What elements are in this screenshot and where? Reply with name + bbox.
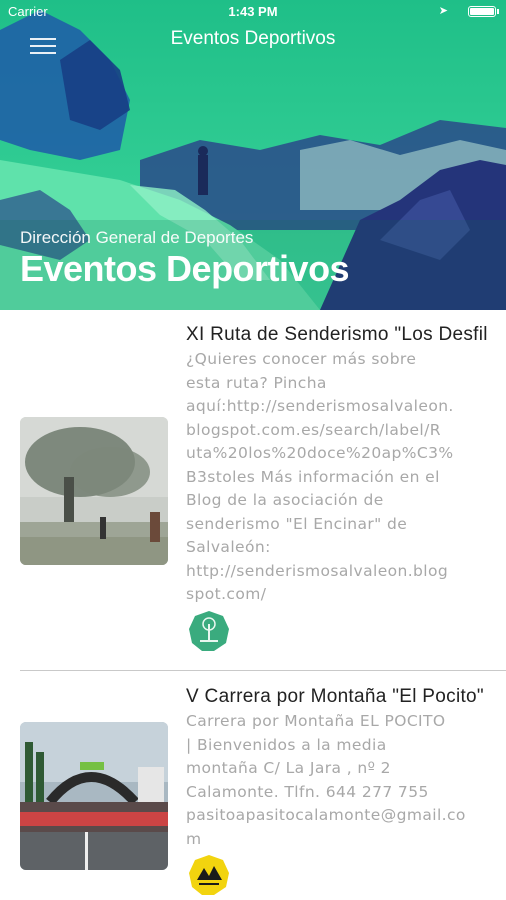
event-item[interactable]: V Carrera por Montaña "El Pocito" Carrer…: [0, 670, 506, 900]
foggy-tree-image: [20, 417, 168, 565]
mountain-badge-icon: [189, 855, 229, 895]
clock-label: 1:43 PM: [228, 4, 278, 19]
tree-badge-icon: [189, 611, 229, 651]
battery-icon: [468, 6, 499, 17]
hero-banner: Carrier 1:43 PM ➤ Eventos Deportivos Dir…: [0, 0, 506, 310]
event-item[interactable]: XI Ruta de Senderismo "Los Desfiladeros"…: [0, 310, 506, 670]
event-thumbnail: [20, 417, 168, 565]
hero-title: Eventos Deportivos: [20, 248, 350, 289]
event-thumbnail: [20, 722, 168, 870]
nav-title: Eventos Deportivos: [170, 28, 336, 49]
event-title: V Carrera por Montaña "El Pocito": [186, 686, 484, 707]
hero-subtitle: Dirección General de Deportes: [20, 228, 254, 247]
event-title: XI Ruta de Senderismo "Los Desfiladeros": [186, 324, 488, 345]
event-description: Carrera por Montaña EL POCITO | Bienveni…: [186, 712, 466, 848]
location-arrow-icon: ➤: [438, 5, 448, 17]
status-bar: Carrier 1:43 PM ➤: [0, 0, 506, 22]
event-description: ¿Quieres conocer más sobre esta ruta? Pi…: [186, 350, 454, 603]
race-start-image: [20, 722, 168, 870]
